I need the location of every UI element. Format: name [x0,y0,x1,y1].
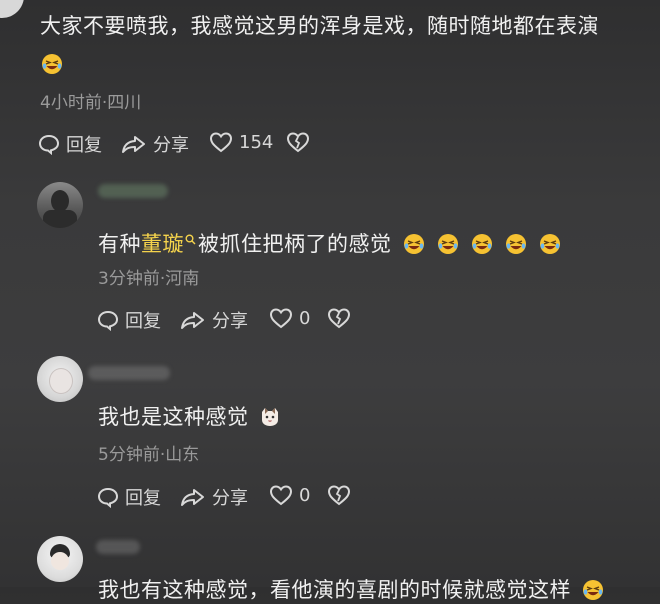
like-button[interactable]: 0 [269,307,310,329]
share-button[interactable]: 分享 [180,484,248,510]
dislike-heart-icon [327,484,351,506]
like-count: 0 [299,307,311,329]
dislike-heart-icon [286,131,310,153]
comment-meta: 3分钟前·河南 [98,269,200,289]
share-label: 分享 [212,311,248,332]
like-count: 154 [239,131,274,153]
heart-icon [269,307,293,329]
laughing-emoji-icon [501,232,535,256]
reply-label: 回复 [66,135,102,156]
share-icon [121,133,147,155]
mention-link[interactable]: 董璇 [141,232,184,256]
avatar[interactable] [0,0,24,18]
laughing-emoji-icon [41,53,63,75]
reply-label: 回复 [125,311,161,332]
comment-icon [97,309,119,331]
comment-text: 我也有这种感觉，看他演的喜剧的时候就感觉这样 [98,574,612,604]
reply-button[interactable]: 回复 [97,484,161,510]
dislike-heart-icon [327,307,351,329]
dislike-button[interactable] [327,307,357,329]
reply-button[interactable]: 回复 [97,307,161,333]
avatar[interactable] [37,536,83,582]
share-icon [180,309,206,331]
like-count: 0 [299,484,311,506]
share-label: 分享 [212,488,248,509]
comment-text-after: 被抓住把柄了的感觉 [198,232,392,256]
comment-meta: 4小时前·四川 [40,93,142,113]
username[interactable] [88,366,170,380]
comment-text-body: 我也有这种感觉，看他演的喜剧的时候就感觉这样 [98,578,571,602]
username[interactable] [98,184,168,198]
comment-text: 有种董璇 被抓住把柄了的感觉 [98,226,569,258]
avatar[interactable] [37,356,83,402]
comment-text: 我也是这种感觉 [98,401,281,433]
comment-icon [38,133,60,155]
laughing-emoji-icon [535,232,569,256]
like-button[interactable]: 154 [209,131,273,153]
reply-button[interactable]: 回复 [38,131,102,157]
search-icon [185,226,196,250]
laughing-emoji-icon [467,232,501,256]
username[interactable] [96,540,140,554]
like-button[interactable]: 0 [269,484,310,506]
reply-label: 回复 [125,488,161,509]
dislike-button[interactable] [327,484,357,506]
comment-icon [97,486,119,508]
dislike-button[interactable] [286,131,316,153]
laughing-emoji-icon [578,578,612,602]
share-icon [180,486,206,508]
share-button[interactable]: 分享 [180,307,248,333]
laughing-emoji-icon [403,232,433,256]
share-label: 分享 [153,135,189,156]
cat-emoji-icon [259,406,281,433]
avatar[interactable] [37,182,83,228]
heart-icon [209,131,233,153]
comment-text-before: 有种 [98,232,141,256]
comment-text-body: 我也是这种感觉 [98,405,249,429]
comment-meta: 5分钟前·山东 [98,445,200,465]
heart-icon [269,484,293,506]
share-button[interactable]: 分享 [121,131,189,157]
laughing-emoji-icon [433,232,467,256]
comment-text: 大家不要喷我，我感觉这男的浑身是戏，随时随地都在表演 [40,14,599,38]
